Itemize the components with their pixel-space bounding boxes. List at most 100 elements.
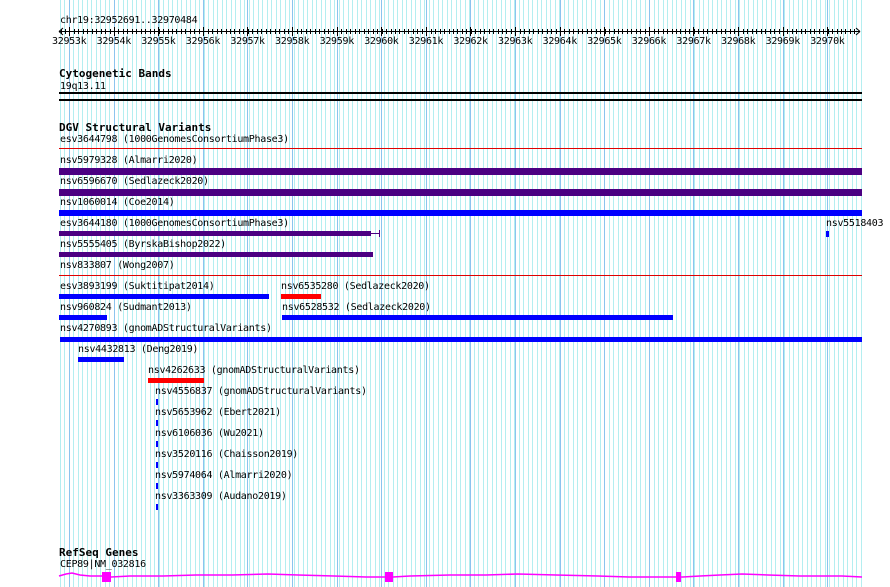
grid-minor-line — [618, 0, 619, 587]
variant-label[interactable]: nsv6106036 (Wu2021) — [155, 428, 264, 439]
grid-minor-line — [784, 0, 785, 587]
grid-minor-line — [352, 0, 353, 587]
variant-label[interactable]: nsv5555405 (ByrskaBishop2022) — [60, 239, 226, 250]
variant-bar[interactable] — [148, 378, 204, 383]
ruler-tick-label: 32966k — [631, 36, 667, 47]
variant-label[interactable]: nsv4262633 (gnomADStructuralVariants) — [148, 365, 360, 376]
variant-bar[interactable] — [59, 275, 862, 276]
grid-minor-line — [820, 0, 821, 587]
variant-bar[interactable] — [156, 441, 158, 447]
grid-major-line — [426, 0, 427, 587]
cytoband-track-title[interactable]: Cytogenetic Bands — [59, 68, 172, 80]
grid-minor-line — [721, 0, 722, 587]
variant-label[interactable]: nsv1060014 (Coe2014) — [60, 197, 175, 208]
variant-label[interactable]: nsv3363309 (Audano2019) — [155, 491, 287, 502]
variant-bar[interactable] — [59, 168, 862, 175]
variant-label[interactable]: nsv6535280 (Sedlazeck2020) — [281, 281, 430, 292]
variant-bar[interactable] — [59, 315, 107, 320]
ruler[interactable] — [0, 24, 890, 38]
grid-minor-line — [420, 0, 421, 587]
cytoband-ideogram[interactable] — [59, 92, 862, 94]
grid-minor-line — [726, 0, 727, 587]
variant-bar[interactable] — [59, 252, 373, 257]
variant-bar[interactable] — [156, 462, 158, 468]
grid-minor-line — [528, 0, 529, 587]
gene-exon[interactable] — [676, 572, 681, 582]
grid-minor-line — [712, 0, 713, 587]
ruler-tick-label: 32969k — [765, 36, 801, 47]
grid-major-line — [649, 0, 650, 587]
ruler-tick-label: 32953k — [52, 36, 87, 47]
cytoband-label[interactable]: 19q13.11 — [60, 81, 106, 92]
grid-minor-line — [460, 0, 461, 587]
variant-label[interactable]: nsv3520116 (Chaisson2019) — [155, 449, 298, 460]
variant-bar[interactable] — [282, 315, 673, 320]
grid-minor-line — [654, 0, 655, 587]
grid-minor-line — [811, 0, 812, 587]
variant-label[interactable]: esv3893199 (Suktitipat2014) — [60, 281, 215, 292]
gene-model[interactable] — [0, 566, 890, 586]
variant-label[interactable]: esv3644798 (1000GenomesConsortiumPhase3) — [60, 134, 289, 145]
grid-minor-line — [564, 0, 565, 587]
variant-bar[interactable] — [156, 483, 158, 489]
variant-bar[interactable] — [78, 357, 124, 362]
grid-minor-line — [447, 0, 448, 587]
variant-label[interactable]: esv3644180 (1000GenomesConsortiumPhase3) — [60, 218, 289, 229]
variant-label[interactable]: nsv833807 (Wong2007) — [60, 260, 175, 271]
grid-minor-line — [852, 0, 853, 587]
grid-minor-line — [586, 0, 587, 587]
grid-minor-line — [370, 0, 371, 587]
variant-bar[interactable] — [60, 337, 862, 342]
grid-minor-line — [532, 0, 533, 587]
ruler-tick-label: 32954k — [96, 36, 132, 47]
grid-major-line — [337, 0, 338, 587]
variant-label[interactable]: nsv5979328 (Almarri2020) — [60, 155, 198, 166]
variant-label[interactable]: nsv5518403 — [826, 218, 884, 229]
grid-minor-line — [325, 0, 326, 587]
grid-minor-line — [501, 0, 502, 587]
variant-label[interactable]: nsv4556837 (gnomADStructuralVariants) — [155, 386, 367, 397]
grid-minor-line — [780, 0, 781, 587]
grid-minor-line — [789, 0, 790, 587]
variant-bar[interactable] — [59, 294, 269, 299]
ruler-tick-label: 32960k — [364, 36, 399, 47]
variant-bar[interactable] — [156, 504, 158, 510]
grid-minor-line — [807, 0, 808, 587]
grid-major-line — [470, 0, 471, 587]
variant-label[interactable]: nsv6596670 (Sedlazeck2020) — [60, 176, 209, 187]
variant-bar[interactable] — [59, 148, 862, 149]
grid-minor-line — [361, 0, 362, 587]
variant-label[interactable]: nsv4432813 (Deng2019) — [78, 344, 198, 355]
gene-exon[interactable] — [102, 572, 111, 582]
grid-minor-line — [402, 0, 403, 587]
grid-minor-line — [505, 0, 506, 587]
grid-minor-line — [717, 0, 718, 587]
variant-label[interactable]: nsv5974064 (Almarri2020) — [155, 470, 293, 481]
refseq-track-title[interactable]: RefSeq Genes — [59, 547, 138, 559]
grid-minor-line — [357, 0, 358, 587]
grid-minor-line — [676, 0, 677, 587]
variant-bar[interactable] — [59, 231, 371, 236]
gene-exon[interactable] — [385, 572, 393, 582]
ruler-tick-label: 32958k — [275, 36, 310, 47]
grid-minor-line — [708, 0, 709, 587]
variant-bar[interactable] — [59, 189, 862, 196]
variant-bar[interactable] — [156, 420, 158, 426]
grid-minor-line — [636, 0, 637, 587]
ruler-tick-label: 32963k — [498, 36, 533, 47]
variant-bar[interactable] — [281, 294, 321, 299]
variant-label[interactable]: nsv4270893 (gnomADStructuralVariants) — [60, 323, 272, 334]
grid-minor-line — [451, 0, 452, 587]
grid-minor-line — [321, 0, 322, 587]
variant-label[interactable]: nsv5653962 (Ebert2021) — [155, 407, 281, 418]
variant-bar[interactable] — [59, 210, 862, 216]
grid-minor-line — [537, 0, 538, 587]
grid-minor-line — [672, 0, 673, 587]
variant-label[interactable]: nsv6528532 (Sedlazeck2020) — [282, 302, 431, 313]
variant-bar[interactable] — [826, 231, 829, 237]
ruler-tick-label: 32968k — [721, 36, 756, 47]
dgv-track-title[interactable]: DGV Structural Variants — [59, 122, 211, 134]
grid-major-line — [783, 0, 784, 587]
variant-bar[interactable] — [156, 399, 158, 405]
variant-label[interactable]: nsv960824 (Sudmant2013) — [60, 302, 192, 313]
